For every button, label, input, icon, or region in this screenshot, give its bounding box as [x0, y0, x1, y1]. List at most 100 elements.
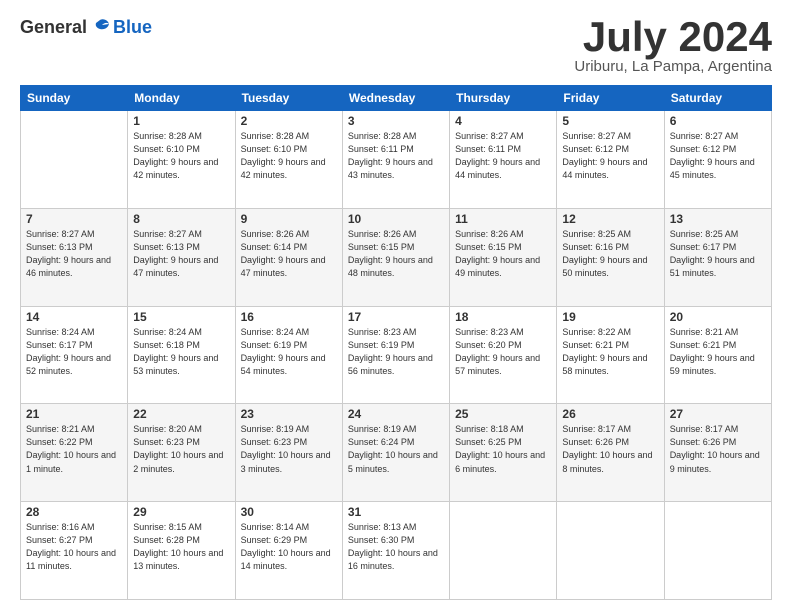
calendar-cell: 17 Sunrise: 8:23 AMSunset: 6:19 PMDayligh…	[342, 306, 449, 404]
title-section: July 2024 Uriburu, La Pampa, Argentina	[574, 16, 772, 75]
day-info: Sunrise: 8:15 AMSunset: 6:28 PMDaylight:…	[133, 521, 229, 573]
calendar-cell: 9Sunrise: 8:26 AMSunset: 6:14 PMDaylight…	[235, 208, 342, 306]
calendar-cell: 24 Sunrise: 8:19 AMSunset: 6:24 PMDayligh…	[342, 404, 449, 502]
day-info: Sunrise: 8:23 AMSunset: 6:19 PMDaylight:…	[348, 326, 444, 378]
calendar-cell: 12 Sunrise: 8:25 AMSunset: 6:16 PMDayligh…	[557, 208, 664, 306]
day-number: 10	[348, 212, 444, 226]
calendar-cell: 23 Sunrise: 8:19 AMSunset: 6:23 PMDayligh…	[235, 404, 342, 502]
calendar-cell: 8Sunrise: 8:27 AMSunset: 6:13 PMDaylight…	[128, 208, 235, 306]
day-info: Sunrise: 8:28 AMSunset: 6:10 PMDaylight:…	[241, 130, 337, 182]
page: General Blue July 2024 Uriburu, La Pampa…	[0, 0, 792, 612]
day-number: 4	[455, 114, 551, 128]
day-number: 2	[241, 114, 337, 128]
calendar-cell	[450, 502, 557, 600]
day-number: 28	[26, 505, 122, 519]
day-info: Sunrise: 8:25 AMSunset: 6:17 PMDaylight:…	[670, 228, 766, 280]
day-number: 18	[455, 310, 551, 324]
col-header-sunday: Sunday	[21, 86, 128, 111]
calendar-table: SundayMondayTuesdayWednesdayThursdayFrid…	[20, 85, 772, 600]
calendar-cell: 27 Sunrise: 8:17 AMSunset: 6:26 PMDayligh…	[664, 404, 771, 502]
day-info: Sunrise: 8:27 AMSunset: 6:11 PMDaylight:…	[455, 130, 551, 182]
day-info: Sunrise: 8:18 AMSunset: 6:25 PMDaylight:…	[455, 423, 551, 475]
logo-bird-icon	[89, 16, 111, 38]
day-number: 24	[348, 407, 444, 421]
day-number: 5	[562, 114, 658, 128]
day-info: Sunrise: 8:27 AMSunset: 6:12 PMDaylight:…	[670, 130, 766, 182]
calendar-cell: 30Sunrise: 8:14 AMSunset: 6:29 PMDayligh…	[235, 502, 342, 600]
day-number: 7	[26, 212, 122, 226]
logo-text: General Blue	[20, 16, 152, 38]
day-number: 13	[670, 212, 766, 226]
calendar-cell: 18 Sunrise: 8:23 AMSunset: 6:20 PMDayligh…	[450, 306, 557, 404]
calendar-cell	[664, 502, 771, 600]
day-info: Sunrise: 8:27 AMSunset: 6:13 PMDaylight:…	[26, 228, 122, 280]
calendar-cell: 11Sunrise: 8:26 AMSunset: 6:15 PMDayligh…	[450, 208, 557, 306]
calendar-cell: 16 Sunrise: 8:24 AMSunset: 6:19 PMDayligh…	[235, 306, 342, 404]
col-header-thursday: Thursday	[450, 86, 557, 111]
day-number: 29	[133, 505, 229, 519]
day-info: Sunrise: 8:16 AMSunset: 6:27 PMDaylight:…	[26, 521, 122, 573]
calendar-cell: 20 Sunrise: 8:21 AMSunset: 6:21 PMDayligh…	[664, 306, 771, 404]
day-number: 23	[241, 407, 337, 421]
calendar-cell: 28 Sunrise: 8:16 AMSunset: 6:27 PMDayligh…	[21, 502, 128, 600]
day-info: Sunrise: 8:24 AMSunset: 6:18 PMDaylight:…	[133, 326, 229, 378]
logo-general: General	[20, 17, 87, 38]
logo: General Blue	[20, 16, 152, 38]
day-info: Sunrise: 8:28 AMSunset: 6:11 PMDaylight:…	[348, 130, 444, 182]
calendar-cell: 31 Sunrise: 8:13 AMSunset: 6:30 PMDayligh…	[342, 502, 449, 600]
day-info: Sunrise: 8:25 AMSunset: 6:16 PMDaylight:…	[562, 228, 658, 280]
calendar-cell: 3 Sunrise: 8:28 AMSunset: 6:11 PMDaylight…	[342, 111, 449, 209]
day-info: Sunrise: 8:24 AMSunset: 6:19 PMDaylight:…	[241, 326, 337, 378]
calendar-cell: 15 Sunrise: 8:24 AMSunset: 6:18 PMDayligh…	[128, 306, 235, 404]
day-info: Sunrise: 8:24 AMSunset: 6:17 PMDaylight:…	[26, 326, 122, 378]
day-info: Sunrise: 8:26 AMSunset: 6:15 PMDaylight:…	[348, 228, 444, 280]
day-number: 16	[241, 310, 337, 324]
day-number: 21	[26, 407, 122, 421]
calendar-cell: 7 Sunrise: 8:27 AMSunset: 6:13 PMDaylight…	[21, 208, 128, 306]
day-number: 3	[348, 114, 444, 128]
col-header-tuesday: Tuesday	[235, 86, 342, 111]
day-number: 20	[670, 310, 766, 324]
calendar-cell: 6Sunrise: 8:27 AMSunset: 6:12 PMDaylight…	[664, 111, 771, 209]
subtitle: Uriburu, La Pampa, Argentina	[574, 58, 772, 75]
day-number: 25	[455, 407, 551, 421]
day-number: 27	[670, 407, 766, 421]
calendar-cell: 19Sunrise: 8:22 AMSunset: 6:21 PMDayligh…	[557, 306, 664, 404]
day-number: 30	[241, 505, 337, 519]
day-info: Sunrise: 8:21 AMSunset: 6:22 PMDaylight:…	[26, 423, 122, 475]
day-number: 17	[348, 310, 444, 324]
calendar-cell: 21 Sunrise: 8:21 AMSunset: 6:22 PMDayligh…	[21, 404, 128, 502]
calendar-cell	[21, 111, 128, 209]
calendar-cell: 5 Sunrise: 8:27 AMSunset: 6:12 PMDaylight…	[557, 111, 664, 209]
calendar-cell: 1 Sunrise: 8:28 AMSunset: 6:10 PMDaylight…	[128, 111, 235, 209]
calendar-cell: 2 Sunrise: 8:28 AMSunset: 6:10 PMDaylight…	[235, 111, 342, 209]
day-info: Sunrise: 8:27 AMSunset: 6:12 PMDaylight:…	[562, 130, 658, 182]
col-header-wednesday: Wednesday	[342, 86, 449, 111]
day-number: 22	[133, 407, 229, 421]
day-number: 12	[562, 212, 658, 226]
col-header-monday: Monday	[128, 86, 235, 111]
day-number: 31	[348, 505, 444, 519]
day-info: Sunrise: 8:22 AMSunset: 6:21 PMDaylight:…	[562, 326, 658, 378]
logo-blue: Blue	[113, 17, 152, 38]
month-title: July 2024	[574, 16, 772, 58]
day-info: Sunrise: 8:26 AMSunset: 6:15 PMDaylight:…	[455, 228, 551, 280]
day-info: Sunrise: 8:21 AMSunset: 6:21 PMDaylight:…	[670, 326, 766, 378]
day-number: 15	[133, 310, 229, 324]
day-info: Sunrise: 8:19 AMSunset: 6:24 PMDaylight:…	[348, 423, 444, 475]
day-info: Sunrise: 8:26 AMSunset: 6:14 PMDaylight:…	[241, 228, 337, 280]
day-info: Sunrise: 8:23 AMSunset: 6:20 PMDaylight:…	[455, 326, 551, 378]
calendar-cell: 10 Sunrise: 8:26 AMSunset: 6:15 PMDayligh…	[342, 208, 449, 306]
calendar-cell: 25 Sunrise: 8:18 AMSunset: 6:25 PMDayligh…	[450, 404, 557, 502]
day-info: Sunrise: 8:17 AMSunset: 6:26 PMDaylight:…	[670, 423, 766, 475]
day-info: Sunrise: 8:13 AMSunset: 6:30 PMDaylight:…	[348, 521, 444, 573]
day-info: Sunrise: 8:20 AMSunset: 6:23 PMDaylight:…	[133, 423, 229, 475]
calendar-cell: 13 Sunrise: 8:25 AMSunset: 6:17 PMDayligh…	[664, 208, 771, 306]
calendar-cell: 22 Sunrise: 8:20 AMSunset: 6:23 PMDayligh…	[128, 404, 235, 502]
day-number: 1	[133, 114, 229, 128]
col-header-saturday: Saturday	[664, 86, 771, 111]
col-header-friday: Friday	[557, 86, 664, 111]
day-info: Sunrise: 8:19 AMSunset: 6:23 PMDaylight:…	[241, 423, 337, 475]
day-number: 26	[562, 407, 658, 421]
day-info: Sunrise: 8:28 AMSunset: 6:10 PMDaylight:…	[133, 130, 229, 182]
